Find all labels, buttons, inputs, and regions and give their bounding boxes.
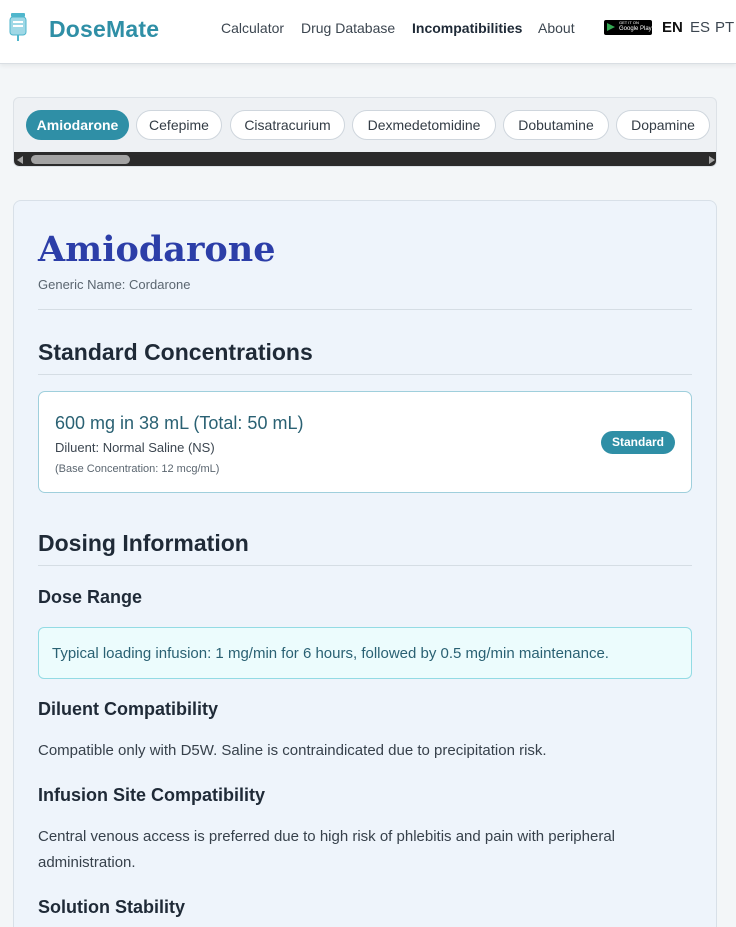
dose-range-text: Typical loading infusion: 1 mg/min for 6…: [52, 645, 609, 662]
dose-range-callout: Typical loading infusion: 1 mg/min for 6…: [38, 627, 692, 679]
divider: [38, 309, 692, 310]
play-store-icon: [607, 23, 615, 31]
drug-chip-cefepime[interactable]: Cefepime: [136, 110, 222, 140]
brand-name[interactable]: DoseMate: [49, 16, 159, 43]
divider: [38, 565, 692, 566]
nav-incompatibilities[interactable]: Incompatibilities: [412, 20, 522, 36]
drug-selector-bar: Amiodarone Cefepime Cisatracurium Dexmed…: [13, 97, 717, 167]
drug-detail-card: Amiodarone Generic Name: Cordarone Stand…: [13, 200, 717, 927]
play-badge-line1: GET IT ON: [619, 20, 639, 25]
lang-en[interactable]: EN: [662, 19, 683, 36]
drug-name-heading: Amiodarone: [38, 229, 276, 270]
scroll-right-arrow-icon[interactable]: [709, 156, 715, 164]
nav-about[interactable]: About: [538, 20, 575, 36]
iv-bag-logo-icon[interactable]: [8, 12, 28, 42]
divider: [38, 374, 692, 375]
concentration-main: 600 mg in 38 mL (Total: 50 mL): [55, 413, 304, 433]
google-play-badge[interactable]: GET IT ON Google Play: [604, 20, 652, 35]
concentration-card[interactable]: 600 mg in 38 mL (Total: 50 mL) Diluent: …: [38, 391, 692, 493]
diluent-compatibility-text: Compatible only with D5W. Saline is cont…: [38, 742, 547, 759]
drug-chip-dobutamine[interactable]: Dobutamine: [503, 110, 609, 140]
concentration-base: (Base Concentration: 12 mcg/mL): [55, 463, 220, 475]
scrollbar-thumb[interactable]: [31, 155, 130, 164]
play-badge-line2: Google Play: [619, 26, 652, 32]
lang-pt[interactable]: PT: [715, 19, 734, 36]
drug-chip-dexmedetomidine[interactable]: Dexmedetomidine: [352, 110, 496, 140]
infusion-site-heading: Infusion Site Compatibility: [38, 785, 266, 805]
drug-chip-cisatracurium[interactable]: Cisatracurium: [230, 110, 345, 140]
standard-concentrations-heading: Standard Concentrations: [38, 339, 313, 365]
standard-badge: Standard: [601, 431, 675, 454]
drug-chip-dopamine[interactable]: Dopamine: [616, 110, 710, 140]
drug-chip-amiodarone[interactable]: Amiodarone: [26, 110, 129, 140]
nav-calculator[interactable]: Calculator: [221, 20, 284, 36]
solution-stability-heading: Solution Stability: [38, 897, 185, 917]
top-navbar: DoseMate Calculator Drug Database Incomp…: [0, 0, 736, 64]
dose-range-heading: Dose Range: [38, 587, 143, 607]
scroll-left-arrow-icon[interactable]: [17, 156, 23, 164]
horizontal-scrollbar[interactable]: [14, 152, 716, 166]
generic-name: Generic Name: Cordarone: [38, 277, 191, 292]
concentration-diluent: Diluent: Normal Saline (NS): [55, 440, 215, 455]
dosing-information-heading: Dosing Information: [38, 530, 249, 556]
lang-es[interactable]: ES: [690, 19, 710, 36]
infusion-site-text: Central venous access is preferred due t…: [38, 828, 615, 871]
nav-drug-database[interactable]: Drug Database: [301, 20, 395, 36]
diluent-compatibility-heading: Diluent Compatibility: [38, 699, 218, 719]
